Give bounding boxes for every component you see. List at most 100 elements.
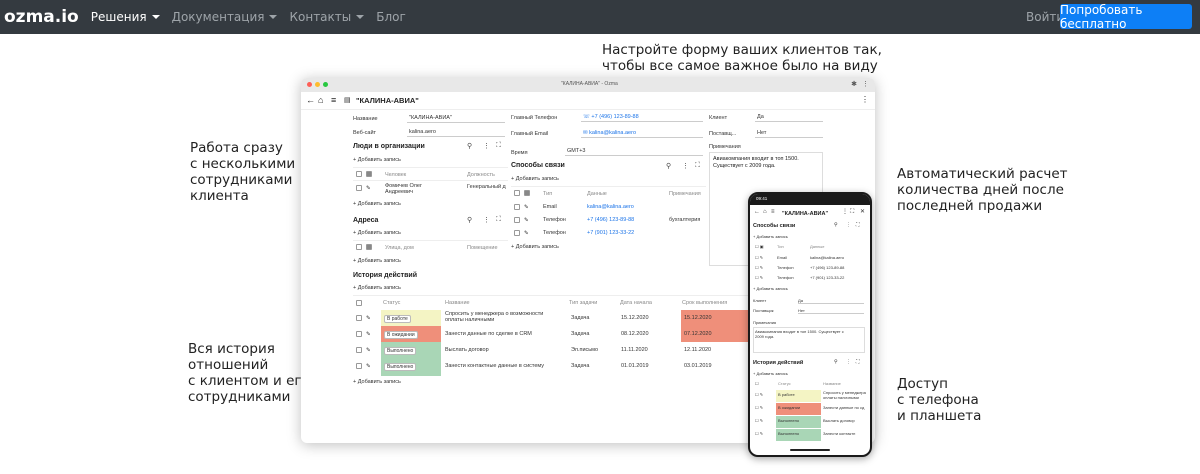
addresses-header-row xyxy=(356,244,376,250)
menu-icon[interactable]: ≡ xyxy=(331,95,336,105)
history-add-record[interactable]: + Добавить запись xyxy=(353,285,401,291)
fullscreen-icon[interactable]: ⛶ xyxy=(695,162,700,170)
checkbox[interactable] xyxy=(514,204,520,210)
phone-supplier-label: Поставщик xyxy=(753,308,774,313)
checkbox[interactable] xyxy=(356,363,362,369)
checkbox[interactable] xyxy=(514,190,520,196)
checkbox[interactable] xyxy=(356,331,362,337)
window-titlebar: "КАЛИНА-АВИА" - Ozma ✱ ⋮ xyxy=(301,78,875,92)
time-input[interactable]: GMT+3 xyxy=(565,146,703,156)
checkbox[interactable] xyxy=(356,171,362,177)
checkbox[interactable] xyxy=(514,217,520,223)
contacts-add-record-bottom[interactable]: + Добавить запись xyxy=(511,244,559,250)
contact-data[interactable]: +7 (496) 123-89-88 xyxy=(587,217,634,223)
phone-history-header: ☐ xyxy=(755,381,759,386)
more-vertical-icon[interactable]: ⋮ xyxy=(483,142,490,150)
more-vertical-icon[interactable]: ⋮ xyxy=(846,223,851,228)
phone-supplier-select[interactable]: Нет xyxy=(798,308,864,314)
contacts-add-record[interactable]: + Добавить запись xyxy=(511,176,559,182)
name-input[interactable]: "КАЛИНА-АВИА" xyxy=(407,113,505,123)
more-vertical-icon[interactable]: ⋮ xyxy=(846,360,851,365)
phone-history-add-record[interactable]: + Добавить запись xyxy=(753,371,788,376)
table-row: ☐ ✎ xyxy=(755,392,764,397)
checkbox[interactable] xyxy=(356,300,362,306)
edit-icon[interactable]: ✎ xyxy=(366,315,371,321)
more-vertical-icon[interactable]: ⋮ xyxy=(483,216,490,224)
search-icon[interactable]: ⚲ xyxy=(467,142,472,150)
email-value: kalina@kalina.aero xyxy=(589,130,637,136)
site-input[interactable]: kalina.aero xyxy=(407,127,505,137)
caption-line: отношений xyxy=(188,357,269,373)
menu-icon[interactable]: ≡ xyxy=(771,209,775,215)
fullscreen-icon[interactable]: ⛶ xyxy=(496,142,501,150)
back-arrow-icon[interactable]: ← xyxy=(306,95,315,105)
people-col-position: Должность xyxy=(467,172,495,178)
fullscreen-icon[interactable]: ⛶ xyxy=(496,216,501,224)
nav-solutions[interactable]: Решения xyxy=(91,10,160,24)
nav-solutions-label: Решения xyxy=(90,10,147,24)
phone-add-record-bottom[interactable]: + Добавить запись xyxy=(753,286,788,291)
caption-line: с телефона xyxy=(897,392,979,408)
history-add-record-bottom[interactable]: + Добавить запись xyxy=(353,379,401,385)
table-row: ✎ xyxy=(356,347,371,353)
search-icon[interactable]: ⚲ xyxy=(834,223,838,228)
addresses-add-record[interactable]: + Добавить запись xyxy=(353,230,401,236)
try-free-button[interactable]: Попробовать бесплатно xyxy=(1060,3,1192,31)
edit-icon[interactable]: ✎ xyxy=(366,363,371,369)
checkbox[interactable] xyxy=(356,185,362,191)
checkbox[interactable] xyxy=(356,315,362,321)
status-badge-label: В ожидании xyxy=(384,331,418,339)
email-label: Главный Email xyxy=(511,131,549,137)
edit-icon[interactable]: ✎ xyxy=(366,347,371,353)
history-col-name: Название xyxy=(445,300,470,306)
phone-client-select[interactable]: Да xyxy=(798,298,864,304)
edit-icon[interactable]: ✎ xyxy=(524,204,529,210)
close-icon[interactable]: ✕ xyxy=(860,209,865,215)
search-icon[interactable]: ⚲ xyxy=(834,360,838,365)
phone-contact-data[interactable]: +7 (496) 123-89-88 xyxy=(810,265,844,270)
nav-contacts[interactable]: Контакты xyxy=(289,10,365,24)
back-arrow-icon[interactable]: ← xyxy=(754,209,760,215)
edit-icon[interactable]: ✎ xyxy=(366,185,371,191)
home-icon[interactable]: ⌂ xyxy=(763,209,767,215)
contact-data[interactable]: kalina@kalina.aero xyxy=(587,204,634,210)
more-vertical-icon[interactable]: ⋮ xyxy=(861,95,869,104)
phone-status-badge: Выполнено xyxy=(778,418,800,423)
nav-contacts-label: Контакты xyxy=(289,10,352,24)
phone-add-record[interactable]: + Добавить запись xyxy=(753,234,788,239)
nav-docs[interactable]: Документация xyxy=(172,10,278,24)
checkbox[interactable] xyxy=(514,230,520,236)
search-icon[interactable]: ⚲ xyxy=(666,162,671,170)
people-section-title: Люди в организации xyxy=(353,143,425,150)
brand-logo[interactable]: ozma.io xyxy=(4,7,79,27)
home-icon[interactable]: ⌂ xyxy=(318,95,323,105)
addresses-add-record-bottom[interactable]: + Добавить запись xyxy=(353,258,401,264)
more-vertical-icon[interactable]: ⋮ xyxy=(842,209,848,215)
fullscreen-icon[interactable]: ⛶ xyxy=(850,209,854,215)
window-title: "КАЛИНА-АВИА" - Ozma xyxy=(561,81,618,87)
people-add-record-bottom[interactable]: + Добавить запись xyxy=(353,201,401,207)
contact-data[interactable]: +7 (901) 123-33-22 xyxy=(587,230,634,236)
phone-contact-data[interactable]: +7 (901) 123-33-22 xyxy=(810,275,844,280)
nav-blog[interactable]: Блог xyxy=(376,10,406,24)
caption-left-1: Работа сразу с несколькими сотрудниками … xyxy=(190,140,295,204)
checkbox[interactable] xyxy=(356,347,362,353)
search-icon[interactable]: ⚲ xyxy=(467,216,472,224)
more-vertical-icon[interactable]: ⋮ xyxy=(682,162,689,170)
people-add-record[interactable]: + Добавить запись xyxy=(353,157,401,163)
phone-notes-textarea[interactable]: Авиакомпания входит в топ 1500. Существу… xyxy=(753,327,865,353)
supplier-select[interactable]: Нет xyxy=(755,128,823,138)
checkbox[interactable] xyxy=(356,244,362,250)
phone-col-data: Данные xyxy=(810,244,825,249)
fullscreen-icon[interactable]: ⛶ xyxy=(856,223,860,228)
fullscreen-icon[interactable]: ⛶ xyxy=(856,360,860,365)
client-select[interactable]: Да xyxy=(755,112,823,122)
phone-input[interactable]: ☏ +7 (496) 123-89-88 xyxy=(581,112,703,122)
login-link[interactable]: Войти xyxy=(1026,10,1064,24)
app-header: ← ⌂ ≡ ▤ "КАЛИНА-АВИА" ⋮ xyxy=(301,92,875,110)
email-input[interactable]: ✉ kalina@kalina.aero xyxy=(581,128,703,138)
phone-contact-data[interactable]: kalina@kalina.aero xyxy=(810,255,844,260)
edit-icon[interactable]: ✎ xyxy=(524,230,529,236)
edit-icon[interactable]: ✎ xyxy=(366,331,371,337)
edit-icon[interactable]: ✎ xyxy=(524,217,529,223)
